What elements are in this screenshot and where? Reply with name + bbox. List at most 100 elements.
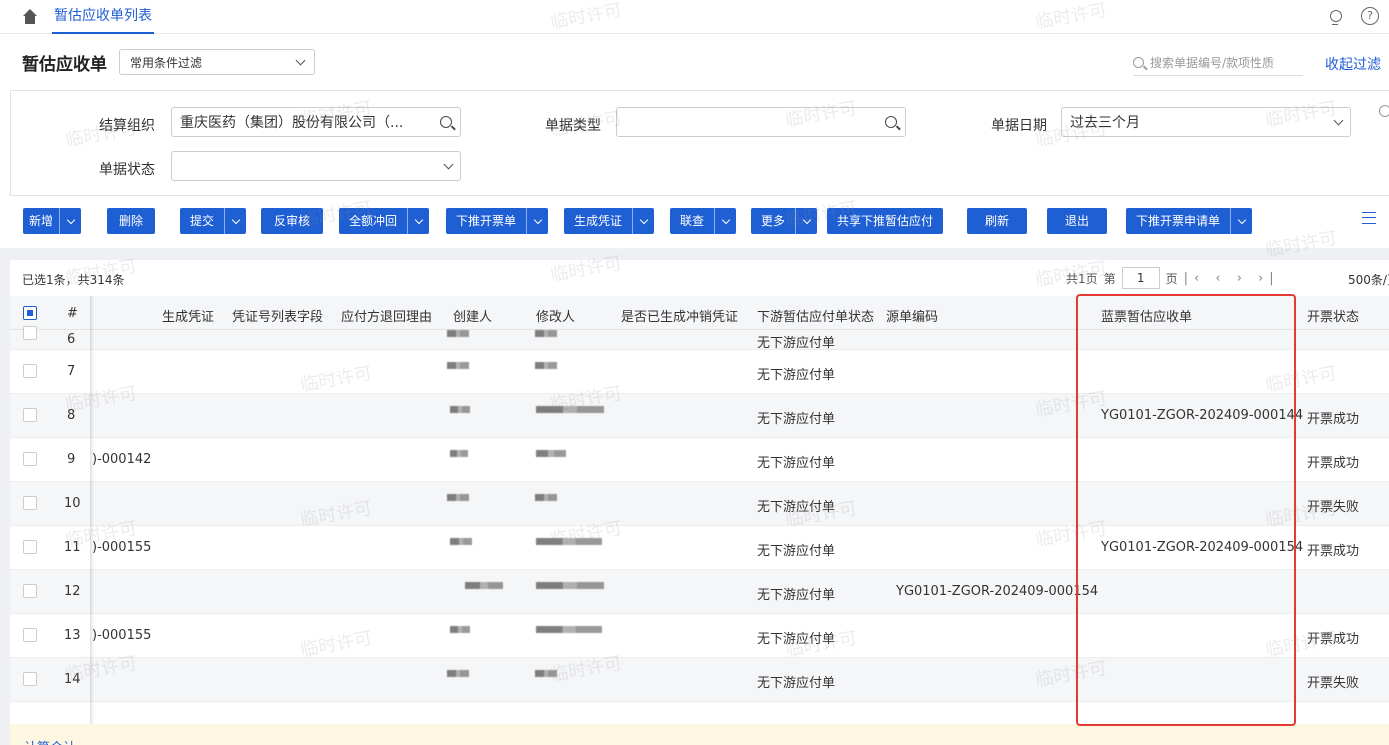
table-row[interactable]: 10 无下游应付单 开票失败: [10, 482, 1389, 526]
creator-redacted: [447, 670, 469, 677]
doc-type-field[interactable]: [616, 107, 906, 137]
row-code: )-000155: [92, 540, 152, 555]
row-source-code: YG0101-ZGOR-202409-000154: [896, 584, 1099, 599]
table-row[interactable]: 14 无下游应付单 开票失败: [10, 658, 1389, 702]
filter-scheme-value: 常用条件过滤: [130, 55, 203, 70]
add-button[interactable]: 新增: [23, 208, 82, 234]
col-source-code[interactable]: 源单编码: [886, 306, 938, 325]
chevron-down-icon[interactable]: [526, 208, 548, 234]
submit-button[interactable]: 提交: [180, 208, 247, 234]
chevron-down-icon: [295, 55, 306, 65]
row-checkbox[interactable]: [23, 408, 37, 422]
col-downstream-status[interactable]: 下游暂估应付单状态: [757, 306, 874, 325]
row-index: 9: [67, 452, 76, 467]
col-index: #: [67, 306, 78, 321]
delete-button[interactable]: 删除: [107, 208, 156, 234]
row-index: 10: [64, 496, 81, 511]
doc-date-select[interactable]: 过去三个月: [1061, 107, 1351, 137]
doc-type-label: 单据类型: [545, 118, 601, 134]
org-field[interactable]: 重庆医药（集团）股份有限公司（...: [171, 107, 461, 137]
chevron-down-icon[interactable]: [1230, 208, 1252, 234]
page-title: 暂估应收单: [22, 54, 107, 75]
creator-redacted: [447, 330, 469, 337]
col-modifier[interactable]: 修改人: [536, 306, 575, 325]
page-nav-icons[interactable]: |‹ ‹ › ›|: [1184, 271, 1280, 286]
table-row[interactable]: 6 无下游应付单: [10, 326, 1389, 351]
toolbar: 新增 删除 提交 反审核 全额冲回 下推开票单 生成凭证 联查 更多 共享下推暂…: [0, 196, 1389, 248]
row-downstream-status: 无下游应付单: [757, 544, 836, 559]
sum-label[interactable]: 计算合计: [24, 737, 76, 745]
doc-date-label: 单据日期: [991, 118, 1047, 134]
col-gen-voucher[interactable]: 生成凭证: [162, 306, 214, 325]
table-row[interactable]: 11)-000155 无下游应付单 YG0101-ZGOR-202409-00015…: [10, 526, 1389, 570]
search-icon[interactable]: [885, 116, 897, 128]
row-checkbox[interactable]: [23, 496, 37, 510]
frozen-column-shadow: [90, 296, 94, 745]
row-checkbox[interactable]: [23, 672, 37, 686]
col-creator[interactable]: 创建人: [453, 306, 492, 325]
modifier-redacted: [536, 626, 602, 633]
row-invoice-status: 开票失败: [1307, 500, 1360, 515]
more-button[interactable]: 更多: [751, 208, 818, 234]
row-checkbox[interactable]: [23, 364, 37, 378]
select-all-checkbox[interactable]: [23, 306, 37, 320]
tab-title[interactable]: 暂估应收单列表: [52, 0, 154, 34]
row-checkbox[interactable]: [23, 326, 37, 340]
lightbulb-icon[interactable]: [1325, 6, 1345, 26]
summary-row: 计算合计: [10, 724, 1389, 745]
table-row[interactable]: 9)-000142 无下游应付单 开票成功: [10, 438, 1389, 482]
table-row[interactable]: 13)-000155 无下游应付单 开票成功: [10, 614, 1389, 658]
row-checkbox[interactable]: [23, 584, 37, 598]
unaudit-button[interactable]: 反审核: [261, 208, 324, 234]
row-checkbox[interactable]: [23, 628, 37, 642]
table-row[interactable]: 7 无下游应付单: [10, 350, 1389, 394]
doc-status-select[interactable]: [171, 151, 461, 181]
chevron-down-icon[interactable]: [795, 208, 817, 234]
org-value: 重庆医药（集团）股份有限公司（...: [180, 115, 404, 131]
col-refund-reason[interactable]: 应付方退回理由: [341, 306, 432, 325]
linked-query-button[interactable]: 联查: [670, 208, 737, 234]
chevron-down-icon[interactable]: [59, 208, 81, 234]
search-input[interactable]: 搜索单据编号/款项性质: [1133, 50, 1303, 76]
page-prefix: 第: [1103, 271, 1116, 286]
search-icon[interactable]: [440, 116, 452, 128]
collapse-filter-link[interactable]: 收起过滤: [1325, 54, 1381, 74]
home-icon[interactable]: [22, 8, 38, 25]
creator-redacted: [447, 494, 469, 501]
push-invoice-button[interactable]: 下推开票单: [446, 208, 549, 234]
doc-status-label: 单据状态: [99, 162, 155, 178]
row-invoice-status: 开票成功: [1307, 456, 1360, 471]
table-row[interactable]: 12 无下游应付单 YG0101-ZGOR-202409-000154: [10, 570, 1389, 614]
full-offset-button[interactable]: 全额冲回: [339, 208, 430, 234]
top-bar: 暂估应收单列表 ?: [0, 0, 1389, 34]
row-downstream-status: 无下游应付单: [757, 676, 836, 691]
page-number-input[interactable]: 1: [1121, 267, 1160, 289]
filter-scheme-select[interactable]: 常用条件过滤: [119, 49, 315, 75]
gen-voucher-button[interactable]: 生成凭证: [564, 208, 655, 234]
creator-redacted: [450, 406, 470, 413]
chevron-down-icon[interactable]: [224, 208, 246, 234]
row-checkbox[interactable]: [23, 540, 37, 554]
col-voucher-list[interactable]: 凭证号列表字段: [232, 306, 323, 325]
column-settings-icon[interactable]: [1362, 212, 1376, 224]
row-checkbox[interactable]: [23, 452, 37, 466]
row-downstream-status: 无下游应付单: [757, 368, 836, 383]
row-invoice-status: 开票成功: [1307, 544, 1360, 559]
col-blue-ticket[interactable]: 蓝票暂估应收单: [1101, 306, 1192, 325]
page-size-select[interactable]: 500条/页: [1348, 271, 1389, 288]
row-downstream-status: 无下游应付单: [757, 632, 836, 647]
push-invoice-request-button[interactable]: 下推开票申请单: [1126, 208, 1253, 234]
row-index: 7: [67, 364, 76, 379]
top-right-tools: ?: [1325, 6, 1379, 26]
chevron-down-icon[interactable]: [407, 208, 429, 234]
exit-button[interactable]: 退出: [1047, 208, 1108, 234]
col-invoice-status[interactable]: 开票状态: [1307, 306, 1359, 325]
refresh-button[interactable]: 刷新: [967, 208, 1028, 234]
gear-icon[interactable]: [1379, 105, 1389, 117]
help-icon[interactable]: ?: [1361, 7, 1379, 25]
share-push-button[interactable]: 共享下推暂估应付: [827, 208, 944, 234]
col-offset-voucher[interactable]: 是否已生成冲销凭证: [621, 306, 738, 325]
table-row[interactable]: 8 无下游应付单 YG0101-ZGOR-202409-000144 开票成功: [10, 394, 1389, 438]
chevron-down-icon[interactable]: [714, 208, 736, 234]
chevron-down-icon[interactable]: [632, 208, 654, 234]
